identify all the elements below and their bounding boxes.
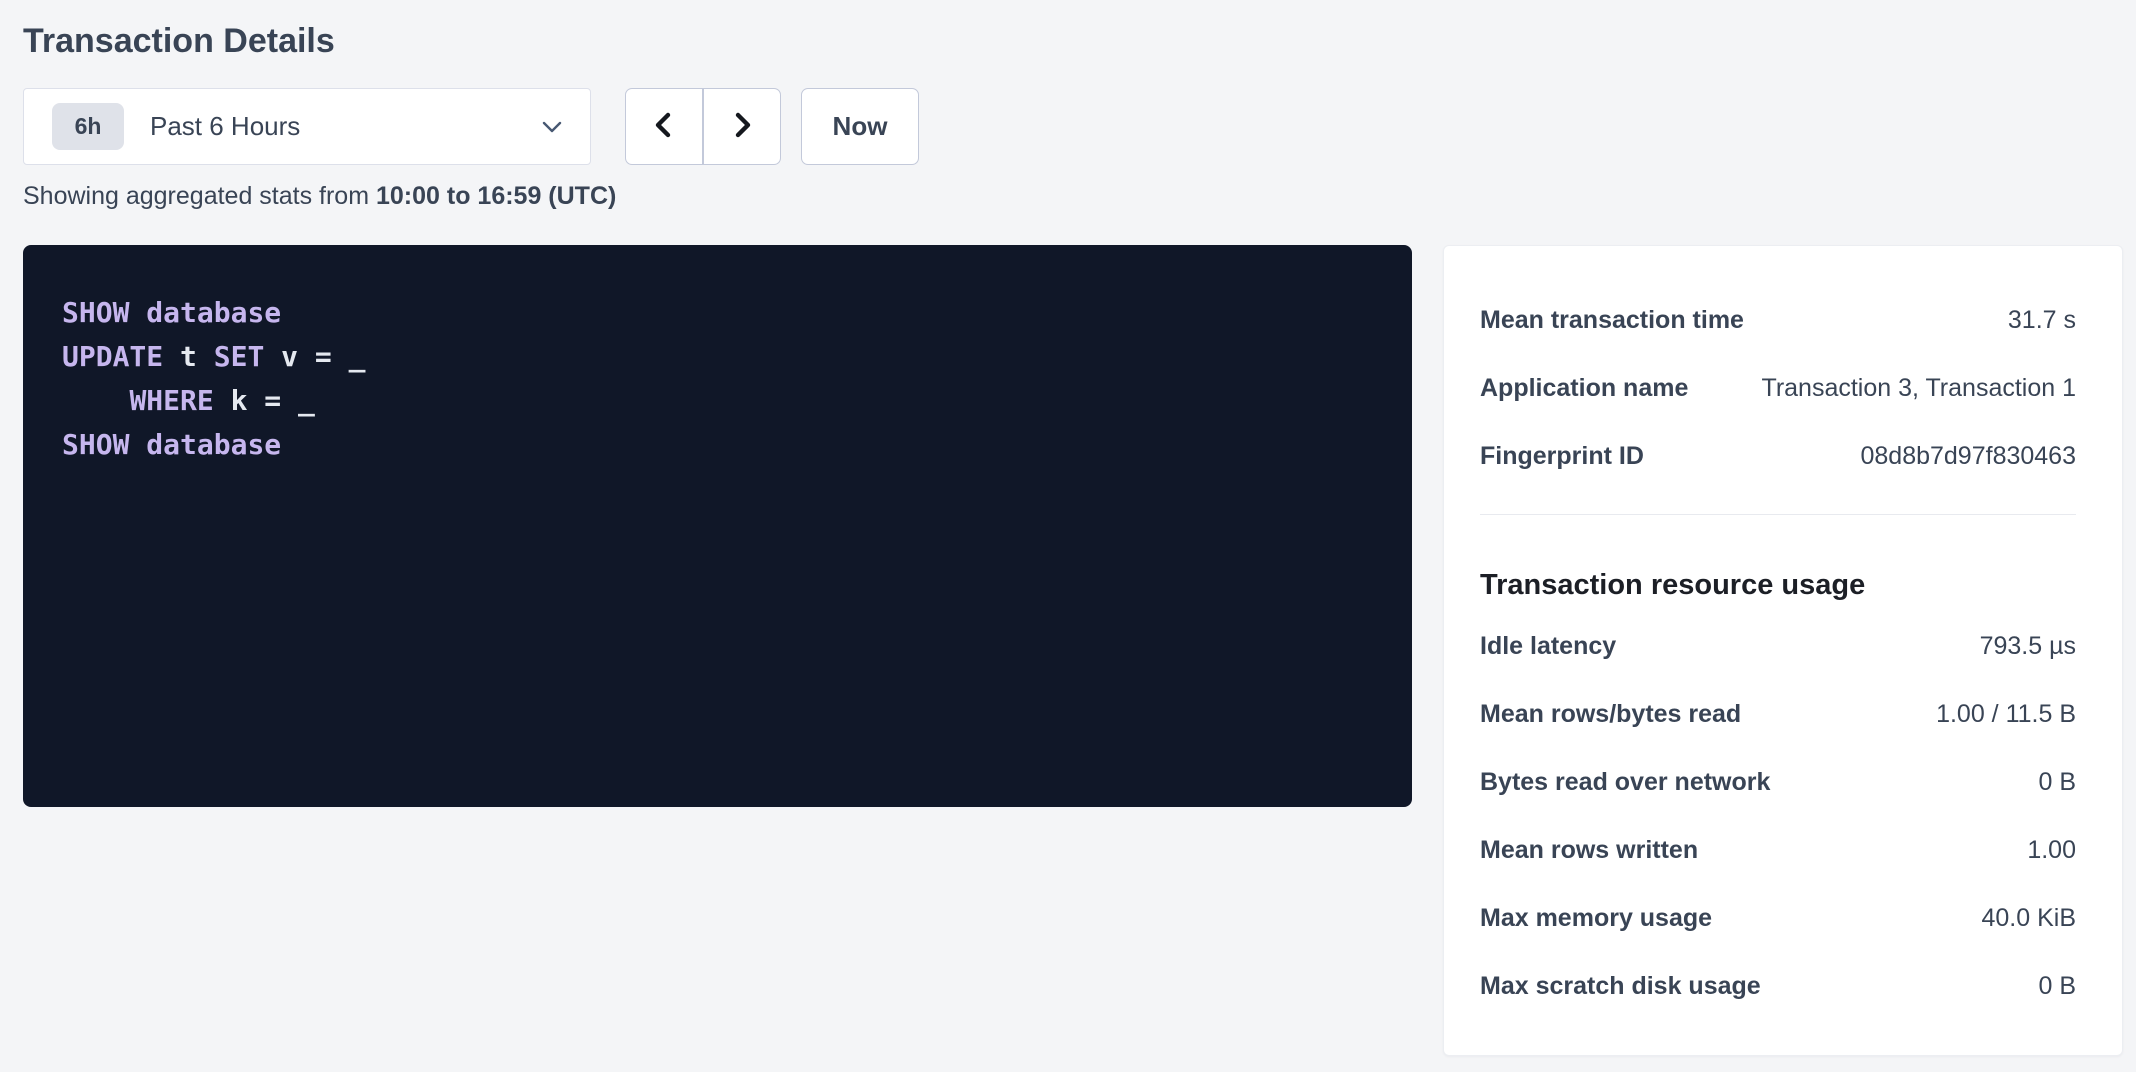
time-range-label: Past 6 Hours (150, 111, 542, 142)
resource-usage-section: Idle latency 793.5 µs Mean rows/bytes read… (1480, 612, 2076, 1020)
stat-value: 0 B (2038, 768, 2076, 797)
time-controls-row: 6h Past 6 Hours (23, 88, 2123, 165)
summary-time-range-text: 10:00 to 16:59 (UTC) (376, 182, 616, 210)
sql-plain-token: t (163, 340, 214, 373)
summary-stats-section: Mean transaction time 31.7 s Application n… (1480, 286, 2076, 490)
chevron-left-icon (649, 108, 679, 145)
sql-plain-token (62, 384, 129, 417)
time-step-button-group (625, 88, 781, 165)
stat-row: Mean transaction time 31.7 s (1480, 286, 2076, 354)
stat-row: Idle latency 793.5 µs (1480, 612, 2076, 680)
stat-label: Bytes read over network (1480, 768, 1770, 797)
transaction-details-page: Transaction Details 6h Past 6 Hours (0, 0, 2136, 1056)
sql-keyword-token: WHERE (129, 384, 213, 417)
stat-value: 08d8b7d97f830463 (1860, 442, 2076, 471)
sql-code-line: UPDATE t SET v = _ (62, 335, 1382, 379)
sql-keyword-token: database (146, 296, 281, 329)
stat-value: 1.00 / 11.5 B (1936, 700, 2076, 729)
sql-plain-token: k = _ (214, 384, 315, 417)
chevron-right-icon (727, 108, 757, 145)
stat-value: 40.0 KiB (1981, 904, 2076, 933)
sql-keyword-token: database (146, 428, 281, 461)
stat-value: 0 B (2038, 972, 2076, 1001)
stat-value: Transaction 3, Transaction 1 (1761, 374, 2076, 403)
transaction-stats-panel: Mean transaction time 31.7 s Application n… (1443, 245, 2123, 1056)
sql-code-line: SHOW database (62, 291, 1382, 335)
stat-label: Mean transaction time (1480, 306, 1744, 335)
chevron-down-icon (542, 121, 562, 133)
sql-plain-token: v = _ (264, 340, 365, 373)
stat-row: Max memory usage 40.0 KiB (1480, 884, 2076, 952)
resource-usage-heading: Transaction resource usage (1480, 569, 2076, 601)
sql-statement-box: SHOW databaseUPDATE t SET v = _ WHERE k … (23, 245, 1412, 807)
stat-label: Max scratch disk usage (1480, 972, 1761, 1001)
panel-divider (1480, 514, 2076, 515)
sql-keyword-token: SET (214, 340, 265, 373)
next-time-button[interactable] (703, 88, 781, 165)
stat-row: Max scratch disk usage 0 B (1480, 952, 2076, 1020)
stat-value: 793.5 µs (1980, 632, 2076, 661)
details-content: SHOW databaseUPDATE t SET v = _ WHERE k … (23, 245, 2123, 1056)
sql-plain-token (129, 296, 146, 329)
stat-label: Max memory usage (1480, 904, 1712, 933)
stat-label: Fingerprint ID (1480, 442, 1644, 471)
stat-value: 1.00 (2027, 836, 2076, 865)
stat-row: Bytes read over network 0 B (1480, 748, 2076, 816)
sql-code-line: SHOW database (62, 423, 1382, 467)
sql-plain-token (129, 428, 146, 461)
aggregated-stats-summary: Showing aggregated stats from 10:00 to 1… (23, 181, 2123, 211)
stat-label: Mean rows written (1480, 836, 1698, 865)
stat-row: Mean rows written 1.00 (1480, 816, 2076, 884)
summary-prefix-text: Showing aggregated stats from (23, 182, 376, 210)
sql-keyword-token: SHOW (62, 296, 129, 329)
sql-keyword-token: SHOW (62, 428, 129, 461)
stat-row: Application name Transaction 3, Transacti… (1480, 354, 2076, 422)
now-button[interactable]: Now (801, 88, 919, 165)
page-title: Transaction Details (23, 20, 2123, 62)
time-range-badge: 6h (52, 103, 124, 150)
time-range-dropdown[interactable]: 6h Past 6 Hours (23, 88, 591, 165)
sql-keyword-token: UPDATE (62, 340, 163, 373)
previous-time-button[interactable] (625, 88, 703, 165)
stat-label: Mean rows/bytes read (1480, 700, 1741, 729)
stat-label: Idle latency (1480, 632, 1616, 661)
stat-label: Application name (1480, 374, 1688, 403)
stat-row: Mean rows/bytes read 1.00 / 11.5 B (1480, 680, 2076, 748)
stat-value: 31.7 s (2008, 306, 2076, 335)
sql-code-line: WHERE k = _ (62, 379, 1382, 423)
stat-row: Fingerprint ID 08d8b7d97f830463 (1480, 422, 2076, 490)
